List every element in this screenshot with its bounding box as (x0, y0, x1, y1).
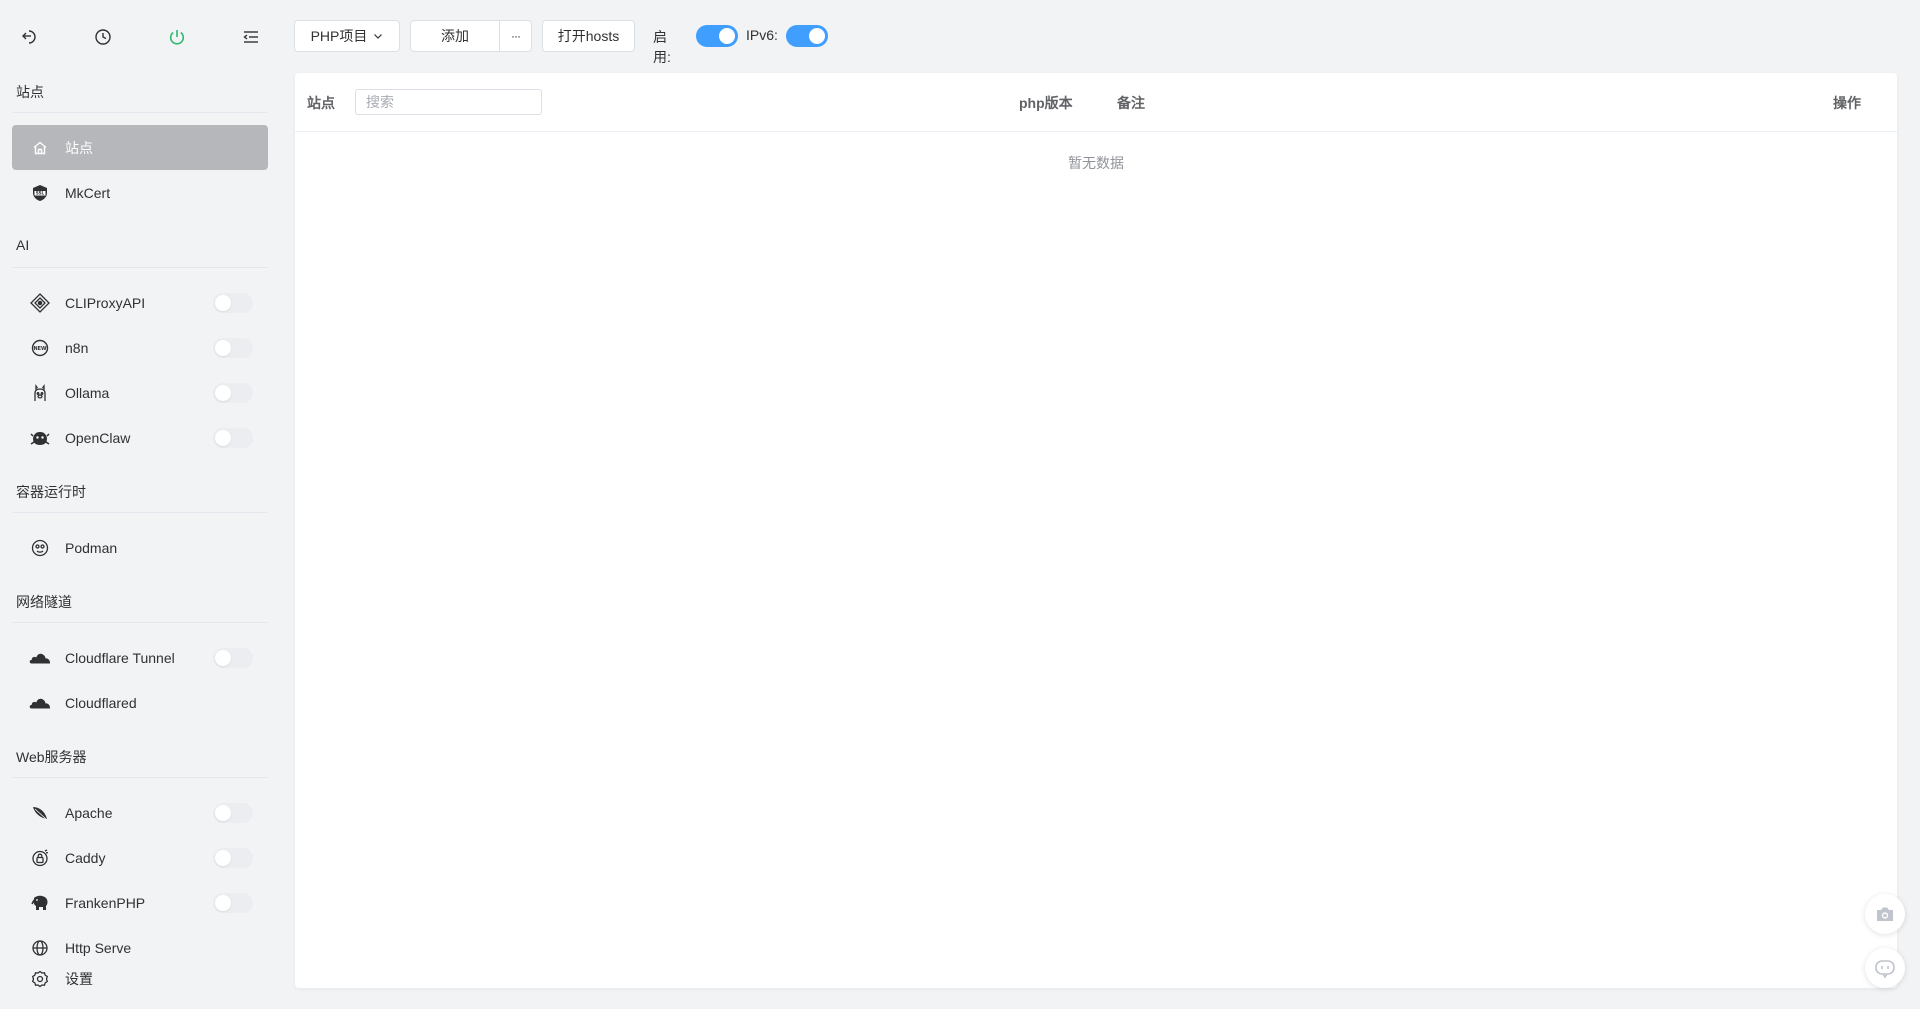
camera-icon (1875, 905, 1895, 923)
sidebar-item-apache[interactable]: Apache (12, 790, 268, 835)
divider (12, 267, 268, 268)
sidebar-item-openclaw[interactable]: OpenClaw (12, 415, 268, 460)
sidebar-item-ollama[interactable]: Ollama (12, 370, 268, 415)
sidebar-item-label: n8n (65, 339, 89, 356)
project-type-value: PHP项目 (310, 28, 368, 44)
chevron-down-icon (373, 31, 383, 41)
home-icon (29, 137, 51, 159)
sidebar-item-cliproxyapi[interactable]: CLIProxyAPI (12, 280, 268, 325)
more-icon: ··· (511, 29, 521, 43)
open-hosts-button[interactable]: 打开hosts (542, 20, 635, 52)
enable-label: 启用: (653, 29, 671, 65)
column-header-note: 备注 (1117, 95, 1145, 111)
table-header: 站点 php版本 备注 操作 (295, 73, 1897, 132)
sidebar-item-n8n[interactable]: NEW n8n (12, 325, 268, 370)
robot-icon (1874, 958, 1896, 978)
sidebar-item-label: Cloudflared (65, 694, 137, 711)
section-title-web: Web服务器 (16, 749, 87, 765)
more-options-button[interactable]: ··· (499, 20, 532, 52)
sidebar-item-label: Podman (65, 539, 118, 556)
empty-state-text: 暂无数据 (1068, 155, 1124, 171)
ipv6-label: IPv6: (746, 27, 778, 43)
openclaw-toggle[interactable] (213, 428, 253, 448)
back-icon[interactable] (14, 22, 44, 52)
sidebar-item-frankenphp[interactable]: FrankenPHP (12, 880, 268, 925)
sidebar-item-label: OpenClaw (65, 429, 131, 446)
section-title-tunnel: 网络隧道 (16, 594, 72, 610)
add-button[interactable]: 添加 (410, 20, 500, 52)
elephant-icon (29, 892, 51, 914)
divider (12, 777, 268, 778)
search-input[interactable] (355, 89, 542, 115)
cliproxyapi-toggle[interactable] (213, 293, 253, 313)
add-button-label: 添加 (441, 28, 469, 44)
llama-icon (29, 382, 51, 404)
diamond-icon (29, 292, 51, 314)
n8n-toggle[interactable] (213, 338, 253, 358)
ipv6-toggle[interactable] (786, 25, 828, 47)
divider (12, 512, 268, 513)
sidebar-item-label: 设置 (65, 970, 93, 987)
caddy-toggle[interactable] (213, 848, 253, 868)
sidebar-item-podman[interactable]: Podman (12, 525, 268, 570)
cloudflare-tunnel-toggle[interactable] (213, 648, 253, 668)
divider (12, 112, 268, 113)
sidebar-item-caddy[interactable]: Caddy (12, 835, 268, 880)
screenshot-button[interactable] (1865, 894, 1905, 934)
sidebar-item-label: Http Serve (65, 939, 132, 956)
project-type-select[interactable]: PHP项目 (294, 20, 400, 52)
column-header-php-version: php版本 (1019, 95, 1073, 111)
feather-icon (29, 802, 51, 824)
assistant-button[interactable] (1865, 948, 1905, 988)
svg-text:NEW: NEW (33, 345, 47, 351)
column-header-action: 操作 (1833, 95, 1861, 111)
podman-seal-icon (29, 537, 51, 559)
sidebar-item-label: Caddy (65, 849, 106, 866)
svg-text:SSL: SSL (36, 190, 45, 195)
sidebar-item-settings[interactable]: 设置 (12, 956, 268, 1001)
clock-icon[interactable] (88, 22, 118, 52)
sidebar-item-cloudflared[interactable]: Cloudflared (12, 680, 268, 725)
crab-icon (29, 427, 51, 449)
new-badge-icon: NEW (29, 337, 51, 359)
column-header-site: 站点 (307, 95, 335, 111)
open-hosts-label: 打开hosts (557, 28, 620, 44)
sidebar-top-icons (14, 22, 264, 52)
sidebar: 站点 站点 SSL MkCert AI CLIProxyAPI NEW n8n … (0, 0, 280, 1009)
section-title-site: 站点 (16, 84, 44, 100)
cloud-icon (29, 647, 51, 669)
sidebar-item-site[interactable]: 站点 (12, 125, 268, 170)
sidebar-item-label: Apache (65, 804, 113, 821)
divider (12, 622, 268, 623)
menu-collapse-icon[interactable] (236, 22, 266, 52)
sites-table-panel: 站点 php版本 备注 操作 暂无数据 (295, 73, 1897, 988)
ssl-certificate-icon: SSL (29, 182, 51, 204)
sidebar-item-label: CLIProxyAPI (65, 294, 146, 311)
sidebar-item-mkcert[interactable]: SSL MkCert (12, 170, 268, 215)
apache-toggle[interactable] (213, 803, 253, 823)
sidebar-item-label: Cloudflare Tunnel (65, 649, 175, 666)
sidebar-item-label: Ollama (65, 384, 110, 401)
sidebar-item-cloudflare-tunnel[interactable]: Cloudflare Tunnel (12, 635, 268, 680)
enable-toggle[interactable] (696, 25, 738, 47)
caddy-lock-icon (29, 847, 51, 869)
ollama-toggle[interactable] (213, 383, 253, 403)
sidebar-item-label: 站点 (65, 139, 93, 156)
gear-icon (29, 968, 51, 990)
cloud-icon (29, 692, 51, 714)
frankenphp-toggle[interactable] (213, 893, 253, 913)
sidebar-item-label: FrankenPHP (65, 894, 146, 911)
sidebar-item-label: MkCert (65, 184, 111, 201)
section-title-ai: AI (16, 237, 30, 253)
section-title-container: 容器运行时 (16, 484, 86, 500)
power-icon[interactable] (162, 22, 192, 52)
